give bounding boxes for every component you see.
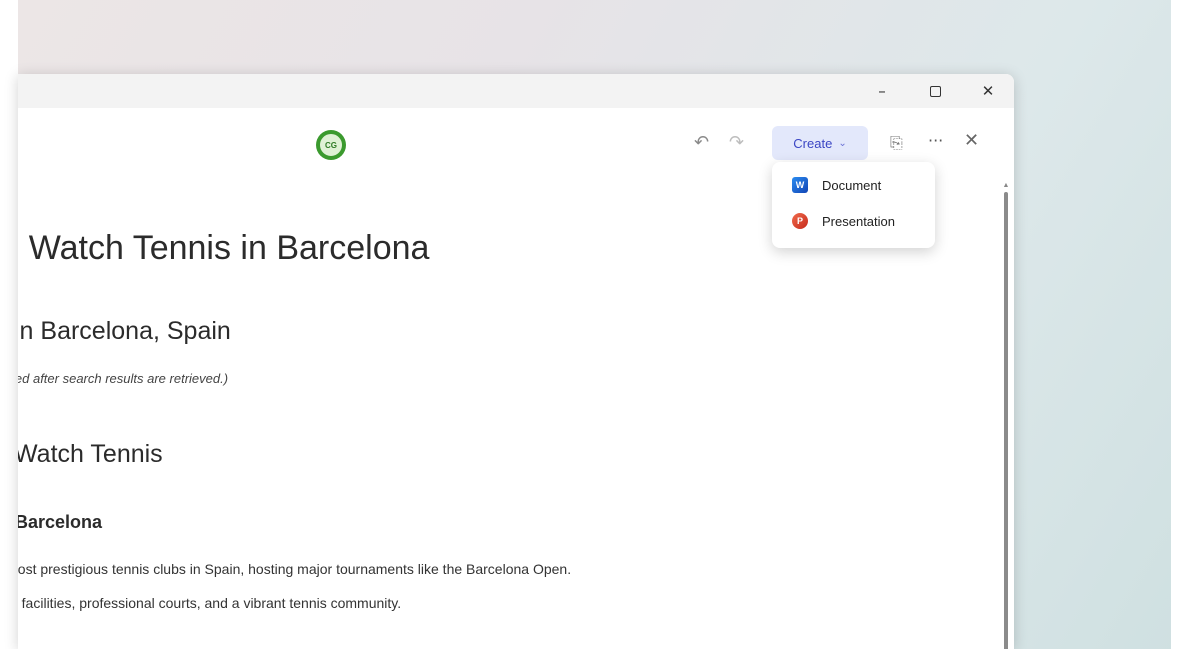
word-document-icon: W — [792, 177, 808, 193]
undo-icon[interactable]: ↶ — [694, 132, 709, 153]
desktop-background-left — [0, 0, 18, 649]
more-options-icon[interactable]: ··· — [928, 131, 943, 150]
chevron-down-icon: ⌄ — [838, 137, 847, 149]
create-dropdown-menu: W Document P Presentation — [772, 162, 935, 248]
create-button-label: Create — [793, 135, 833, 151]
user-avatar[interactable]: CG — [316, 130, 346, 160]
redo-icon[interactable]: ↷ — [729, 132, 744, 153]
app-window: – ✕ › Watch Tennis in Barcelona in Barce… — [18, 74, 1014, 649]
document-body: › Watch Tennis in Barcelona in Barcelona… — [18, 74, 988, 649]
avatar-initials: CG — [319, 133, 343, 157]
powerpoint-presentation-icon: P — [792, 213, 808, 229]
close-icon[interactable]: ✕ — [964, 130, 979, 151]
section-heading-watch-tennis: Watch Tennis — [18, 440, 163, 468]
paragraph: nost prestigious tennis clubs in Spain, … — [18, 561, 572, 577]
document-title: › Watch Tennis in Barcelona — [18, 229, 430, 267]
menu-item-label: Document — [822, 177, 882, 193]
vertical-scrollbar[interactable]: ▲ — [1002, 182, 1010, 649]
menu-item-presentation[interactable]: P Presentation — [772, 204, 935, 238]
create-button[interactable]: Create ⌄ — [772, 126, 868, 160]
desktop-background-right — [1171, 0, 1179, 649]
share-icon[interactable]: ⎘ — [890, 133, 903, 153]
paragraph: ıt facilities, professional courts, and … — [18, 595, 402, 611]
scrollbar-thumb[interactable] — [1004, 192, 1008, 649]
subheading-barcelona: Barcelona — [18, 512, 103, 532]
section-heading: in Barcelona, Spain — [18, 317, 231, 345]
menu-item-document[interactable]: W Document — [772, 168, 935, 202]
scroll-up-icon[interactable]: ▲ — [1002, 182, 1010, 190]
menu-item-label: Presentation — [822, 213, 895, 229]
placeholder-note: led after search results are retrieved.) — [18, 371, 229, 386]
